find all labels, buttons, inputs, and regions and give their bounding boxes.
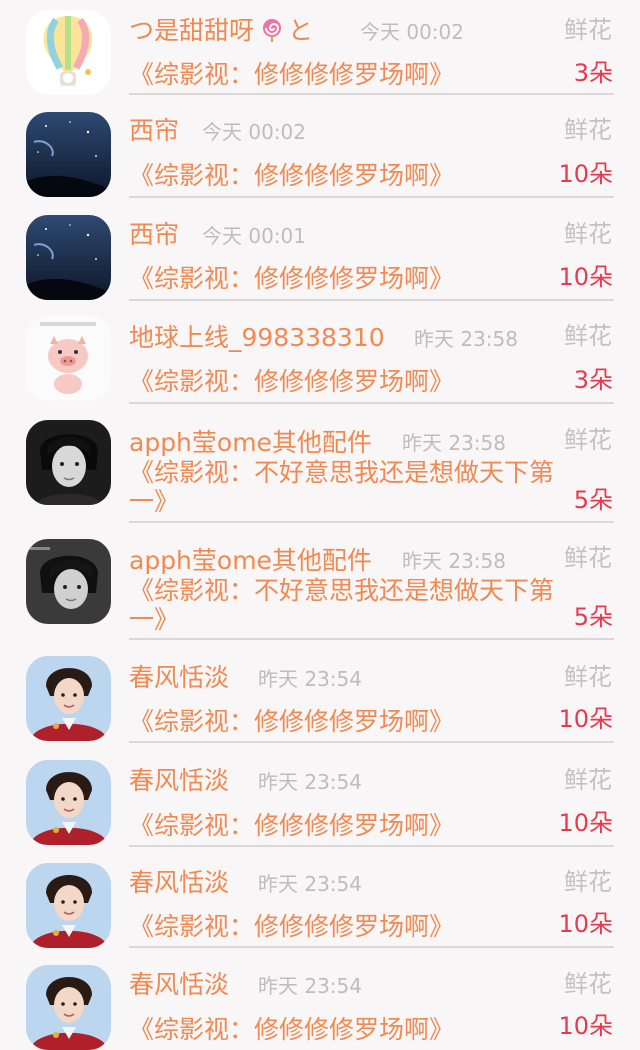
gift-type-label: 鲜花	[564, 322, 612, 350]
timestamp: 今天 00:02	[202, 120, 306, 144]
list-item[interactable]: 春风恬淡 昨天 23:54 鲜花 《综影视：修修修修罗场啊》 10朵	[0, 644, 640, 746]
red-jacket-avatar-image	[26, 965, 111, 1050]
book-title[interactable]: 《综影视：修修修修罗场啊》	[129, 1015, 554, 1044]
gift-type-label: 鲜花	[564, 16, 612, 44]
flower-count: 10朵	[558, 705, 613, 733]
username[interactable]: 春风恬淡	[129, 970, 229, 1000]
book-title[interactable]: 《综影视：修修修修罗场啊》	[129, 161, 554, 190]
avatar[interactable]	[26, 760, 111, 845]
username[interactable]: apph莹ome其他配件	[129, 546, 372, 576]
list-item[interactable]: 春风恬淡 昨天 23:54 鲜花 《综影视：修修修修罗场啊》 10朵	[0, 746, 640, 848]
list-item[interactable]: 西帘 今天 00:02 鲜花 《综影视：修修修修罗场啊》 10朵	[0, 98, 640, 200]
night-sky-avatar-image	[26, 215, 111, 300]
list-item[interactable]: apph莹ome其他配件 昨天 23:58 鲜花 《综影视：不好意思我还是想做天…	[0, 524, 640, 644]
divider	[129, 741, 614, 743]
timestamp: 昨天 23:58	[402, 431, 506, 455]
book-title[interactable]: 《综影视：修修修修罗场啊》	[129, 707, 554, 736]
divider	[129, 196, 614, 198]
gift-type-label: 鲜花	[564, 766, 612, 794]
timestamp: 今天 00:01	[202, 224, 306, 248]
timestamp: 昨天 23:58	[414, 327, 518, 351]
divider	[129, 299, 614, 301]
avatar[interactable]	[26, 420, 111, 505]
gift-type-label: 鲜花	[564, 426, 612, 454]
flower-count: 10朵	[558, 809, 613, 837]
book-title[interactable]: 《综影视：修修修修罗场啊》	[129, 811, 554, 840]
avatar[interactable]	[26, 863, 111, 948]
flower-count: 5朵	[573, 486, 613, 514]
balloon-avatar-image	[26, 10, 111, 95]
avatar[interactable]	[26, 316, 111, 401]
book-title[interactable]: 《综影视：修修修修罗场啊》	[129, 367, 554, 396]
username[interactable]: 春风恬淡	[129, 868, 229, 898]
red-jacket-avatar-image	[26, 863, 111, 948]
divider	[129, 93, 614, 95]
gift-type-label: 鲜花	[564, 868, 612, 896]
timestamp: 今天 00:02	[360, 20, 464, 44]
username[interactable]: 春风恬淡	[129, 663, 229, 693]
flower-count: 10朵	[558, 1012, 613, 1040]
gift-type-label: 鲜花	[564, 220, 612, 248]
flower-gift-list: つ是甜甜呀と 今天 00:02 鲜花 《综影视：修修修修罗场啊》 3朵 西帘 今…	[0, 0, 640, 1050]
username[interactable]: つ是甜甜呀と	[129, 16, 313, 46]
timestamp: 昨天 23:58	[402, 549, 506, 573]
avatar[interactable]	[26, 10, 111, 95]
pig-avatar-image	[26, 316, 111, 401]
red-jacket-avatar-image	[26, 656, 111, 741]
avatar[interactable]	[26, 215, 111, 300]
flower-count: 5朵	[573, 603, 613, 631]
timestamp: 昨天 23:54	[258, 770, 362, 794]
book-title[interactable]: 《综影视：不好意思我还是想做天下第一》	[129, 576, 554, 634]
gift-type-label: 鲜花	[564, 970, 612, 998]
night-sky-avatar-image	[26, 112, 111, 197]
gift-type-label: 鲜花	[564, 544, 612, 572]
username[interactable]: 西帘	[129, 220, 179, 250]
timestamp: 昨天 23:54	[258, 872, 362, 896]
book-title[interactable]: 《综影视：修修修修罗场啊》	[129, 912, 554, 941]
flower-count: 10朵	[558, 263, 613, 291]
gift-type-label: 鲜花	[564, 663, 612, 691]
flower-count: 10朵	[558, 910, 613, 938]
bw-portrait-avatar-image	[26, 420, 111, 505]
book-title[interactable]: 《综影视：不好意思我还是想做天下第一》	[129, 458, 554, 516]
avatar[interactable]	[26, 656, 111, 741]
divider	[129, 845, 614, 847]
flower-count: 10朵	[558, 160, 613, 188]
list-item[interactable]: apph莹ome其他配件 昨天 23:58 鲜花 《综影视：不好意思我还是想做天…	[0, 404, 640, 524]
avatar[interactable]	[26, 965, 111, 1050]
username[interactable]: 地球上线_998338310	[129, 323, 385, 353]
red-jacket-avatar-image	[26, 760, 111, 845]
username[interactable]: apph莹ome其他配件	[129, 428, 372, 458]
list-item[interactable]: 春风恬淡 昨天 23:54 鲜花 《综影视：修修修修罗场啊》 10朵	[0, 848, 640, 950]
flower-count: 3朵	[573, 59, 613, 87]
avatar[interactable]	[26, 112, 111, 197]
book-title[interactable]: 《综影视：修修修修罗场啊》	[129, 60, 554, 89]
list-item[interactable]: つ是甜甜呀と 今天 00:02 鲜花 《综影视：修修修修罗场啊》 3朵	[0, 0, 640, 98]
avatar[interactable]	[26, 539, 111, 624]
book-title[interactable]: 《综影视：修修修修罗场啊》	[129, 264, 554, 293]
bw-portrait-avatar-image	[26, 539, 111, 624]
list-item[interactable]: 春风恬淡 昨天 23:54 鲜花 《综影视：修修修修罗场啊》 10朵	[0, 950, 640, 1050]
gift-type-label: 鲜花	[564, 116, 612, 144]
username[interactable]: 春风恬淡	[129, 766, 229, 796]
lollipop-icon	[263, 19, 282, 42]
list-item[interactable]: 西帘 今天 00:01 鲜花 《综影视：修修修修罗场啊》 10朵	[0, 200, 640, 302]
divider	[129, 521, 614, 523]
divider	[129, 638, 614, 640]
divider	[129, 946, 614, 948]
timestamp: 昨天 23:54	[258, 974, 362, 998]
list-item[interactable]: 地球上线_998338310 昨天 23:58 鲜花 《综影视：修修修修罗场啊》…	[0, 302, 640, 404]
username[interactable]: 西帘	[129, 116, 179, 146]
flower-count: 3朵	[573, 366, 613, 394]
timestamp: 昨天 23:54	[258, 667, 362, 691]
